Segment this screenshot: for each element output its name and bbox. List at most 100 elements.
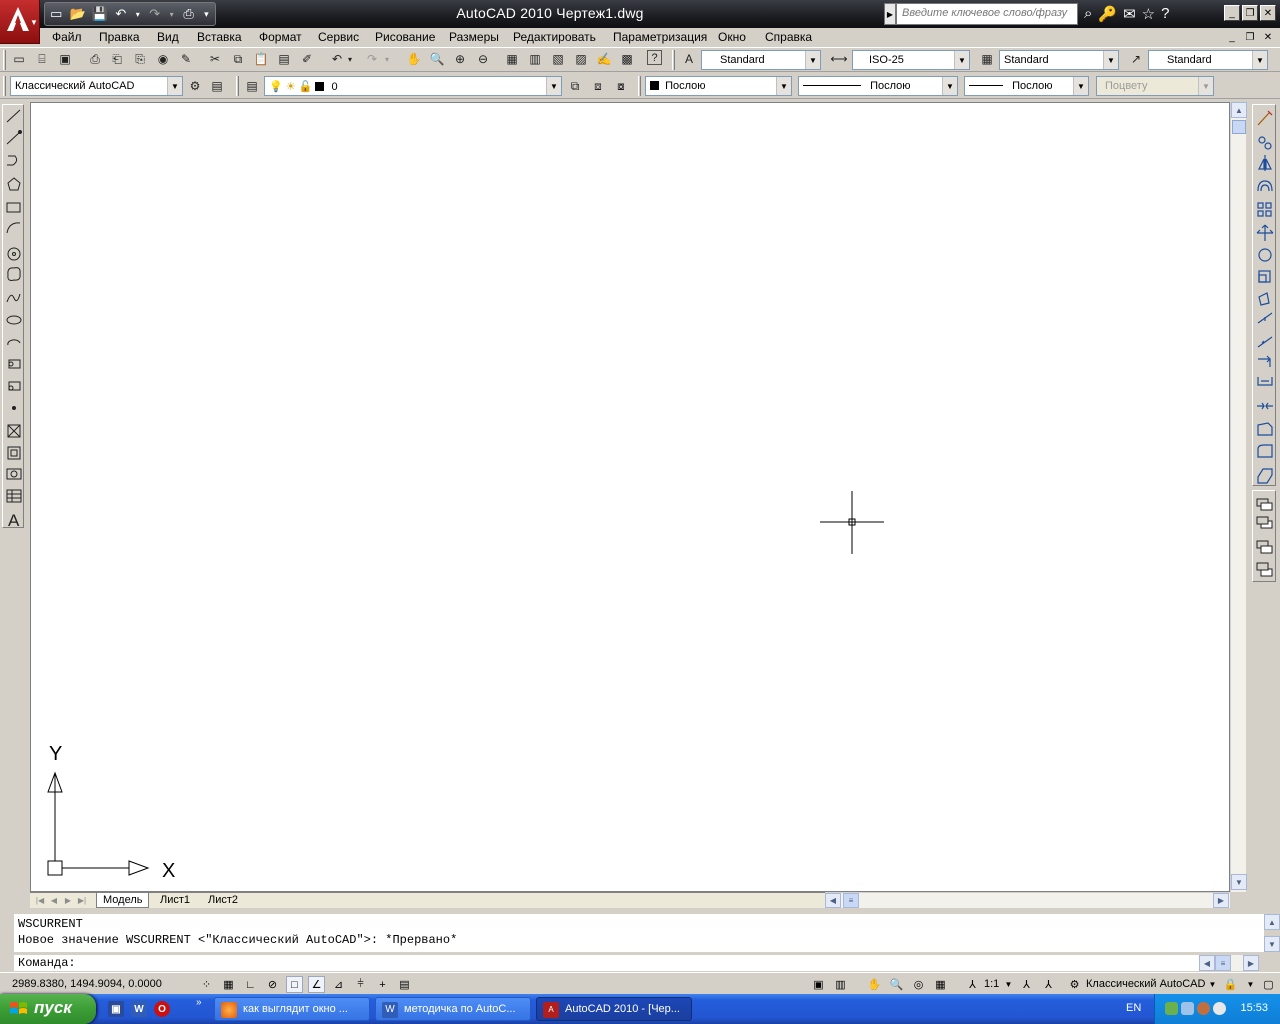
object-snap-icon[interactable]: □ xyxy=(286,976,303,993)
workspace-settings-icon[interactable]: ⚙ xyxy=(186,77,204,95)
last-tab-icon[interactable]: ▶| xyxy=(76,894,88,907)
polar-tracking-icon[interactable]: ⊘ xyxy=(264,976,281,993)
layer-properties-icon[interactable]: ▤ xyxy=(243,77,261,95)
dynamic-ucs-icon[interactable]: ⊿ xyxy=(330,976,347,993)
expand-search-icon[interactable]: ▶ xyxy=(884,3,896,25)
scroll-down-icon[interactable]: ▼ xyxy=(1264,936,1280,952)
scroll-up-icon[interactable]: ▲ xyxy=(1264,914,1280,930)
horizontal-scrollbar[interactable]: ◀ ≡ ▶ xyxy=(825,892,1230,908)
scroll-left-icon[interactable]: ◀ xyxy=(1199,955,1215,971)
text-style-select[interactable]: Standard ▼ xyxy=(701,50,821,70)
cmd-hscroll-thumb[interactable]: ≡ xyxy=(1215,955,1231,971)
menu-dimension[interactable]: Размеры xyxy=(449,30,499,44)
zoom-window-icon[interactable]: ⊕ xyxy=(451,50,469,68)
menu-insert[interactable]: Вставка xyxy=(197,30,242,44)
command-input[interactable]: Команда: xyxy=(14,955,1199,971)
snap-mode-icon[interactable]: ⁘ xyxy=(198,976,215,993)
redo-dropdown-icon[interactable]: ▾ xyxy=(382,50,392,68)
scroll-down-icon[interactable]: ▼ xyxy=(1231,874,1247,890)
toolbar-grip[interactable] xyxy=(236,76,239,96)
quicklaunch-word-icon[interactable]: W xyxy=(131,1001,147,1017)
maximize-button[interactable]: ❐ xyxy=(1242,5,1258,21)
quicklaunch-opera-icon[interactable]: O xyxy=(154,1001,170,1017)
lineweight-select[interactable]: Послою ▼ xyxy=(964,76,1089,96)
menu-window[interactable]: Окно xyxy=(718,30,746,44)
doc-close-button[interactable]: ✕ xyxy=(1260,30,1276,44)
prev-tab-icon[interactable]: ◀ xyxy=(48,894,60,907)
zoom-previous-icon[interactable]: ⊖ xyxy=(474,50,492,68)
tray-antivirus-icon[interactable] xyxy=(1197,1002,1210,1015)
toolbar-grip[interactable] xyxy=(3,50,6,70)
calculator-icon[interactable]: ▩ xyxy=(618,50,636,68)
drawing-area[interactable]: X Y xyxy=(30,102,1230,892)
scroll-up-icon[interactable]: ▲ xyxy=(1231,102,1247,118)
vertical-scrollbar[interactable]: ▲ ▼ xyxy=(1230,102,1247,892)
pan-icon[interactable]: ✋ xyxy=(405,50,423,68)
command-scrollbar[interactable]: ▲ ▼ xyxy=(1264,914,1280,952)
layer-states-icon[interactable]: ⧇ xyxy=(612,77,630,95)
layer-select[interactable]: 💡 ☀ 🔓 0 ▼ xyxy=(264,76,562,96)
redo-icon[interactable]: ↷ xyxy=(363,50,381,68)
copy-icon[interactable]: ⧉ xyxy=(229,50,247,68)
menu-modify[interactable]: Редактировать xyxy=(513,30,596,44)
tray-update-icon[interactable] xyxy=(1213,1002,1226,1015)
search-input[interactable]: Введите ключевое слово/фразу xyxy=(896,3,1078,25)
properties-icon[interactable]: ▦ xyxy=(503,50,521,68)
annotation-visibility-icon[interactable]: ⅄ xyxy=(1018,976,1035,993)
annotation-scale-value[interactable]: 1:1 xyxy=(984,978,999,990)
zoom-realtime-icon[interactable]: 🔍 xyxy=(428,50,446,68)
help-icon[interactable]: ? xyxy=(647,50,662,65)
menu-tools[interactable]: Сервис xyxy=(318,30,359,44)
workspace-switching-icon[interactable]: ⚙ xyxy=(1066,976,1083,993)
help-icon[interactable]: ? xyxy=(1161,5,1169,23)
taskbar-item-word[interactable]: W методичка по AutoC... xyxy=(375,997,531,1021)
tab-layout2[interactable]: Лист2 xyxy=(202,893,244,908)
taskbar-item-autocad[interactable]: A AutoCAD 2010 - [Чер... xyxy=(536,997,692,1021)
toolbar-grip[interactable] xyxy=(638,76,641,96)
scroll-right-icon[interactable]: ▶ xyxy=(1213,893,1229,908)
subscription-icon[interactable]: 🔑 xyxy=(1098,5,1117,23)
menu-format[interactable]: Формат xyxy=(259,30,302,44)
minimize-button[interactable]: _ xyxy=(1224,5,1240,21)
object-snap-tracking-icon[interactable]: ∠ xyxy=(308,976,325,993)
design-center-icon[interactable]: ▥ xyxy=(526,50,544,68)
dim-style-select[interactable]: ISO-25 ▼ xyxy=(852,50,970,70)
auto-scale-icon[interactable]: ⅄ xyxy=(1040,976,1057,993)
pan-icon[interactable]: ✋ xyxy=(866,976,883,993)
workspace-select[interactable]: Классический AutoCAD ▼ xyxy=(10,76,183,96)
workspace-save-icon[interactable]: ▤ xyxy=(208,77,226,95)
chevron-down-icon[interactable]: ▼ xyxy=(1000,976,1017,993)
text-style-icon[interactable]: A xyxy=(680,50,698,68)
scroll-thumb[interactable] xyxy=(1232,120,1246,134)
menu-edit[interactable]: Правка xyxy=(99,30,140,44)
annotation-scale-icon[interactable]: ⅄ xyxy=(964,976,981,993)
tool-palettes-icon[interactable]: ▧ xyxy=(549,50,567,68)
ortho-mode-icon[interactable]: ∟ xyxy=(242,976,259,993)
doc-minimize-button[interactable]: _ xyxy=(1224,30,1240,44)
grid-display-icon[interactable]: ▦ xyxy=(220,976,237,993)
toolbar-lock-icon[interactable]: 🔒 xyxy=(1222,976,1239,993)
block-editor-icon[interactable]: ✐ xyxy=(298,50,316,68)
tray-display-icon[interactable] xyxy=(1181,1002,1194,1015)
match-properties-icon[interactable]: ▤ xyxy=(275,50,293,68)
open-icon[interactable]: ⌸ xyxy=(33,50,51,68)
steering-wheel-icon[interactable]: ◎ xyxy=(910,976,927,993)
first-tab-icon[interactable]: |◀ xyxy=(34,894,46,907)
next-tab-icon[interactable]: ▶ xyxy=(62,894,74,907)
layer-previous-icon[interactable]: ⧈ xyxy=(589,77,607,95)
language-indicator[interactable]: EN xyxy=(1126,1002,1141,1014)
clean-screen-icon[interactable]: ▢ xyxy=(1260,976,1277,993)
markup-icon[interactable]: ✍ xyxy=(595,50,613,68)
mleader-style-select[interactable]: Standard ▼ xyxy=(1148,50,1268,70)
showmotion-icon[interactable]: ▦ xyxy=(932,976,949,993)
close-button[interactable]: ✕ xyxy=(1260,5,1276,21)
undo-dropdown-icon[interactable]: ▾ xyxy=(345,50,355,68)
quicklaunch-expand-icon[interactable]: » xyxy=(196,997,202,1008)
sheet-set-icon[interactable]: ▨ xyxy=(572,50,590,68)
undo-icon[interactable]: ↶ xyxy=(328,50,346,68)
quick-view-layouts-icon[interactable]: ▥ xyxy=(832,976,849,993)
cut-icon[interactable]: ✂ xyxy=(206,50,224,68)
workspace-status-label[interactable]: Классический AutoCAD xyxy=(1086,978,1205,990)
zoom-icon[interactable]: 🔍 xyxy=(888,976,905,993)
status-bar-menu-icon[interactable]: ▼ xyxy=(1242,976,1259,993)
